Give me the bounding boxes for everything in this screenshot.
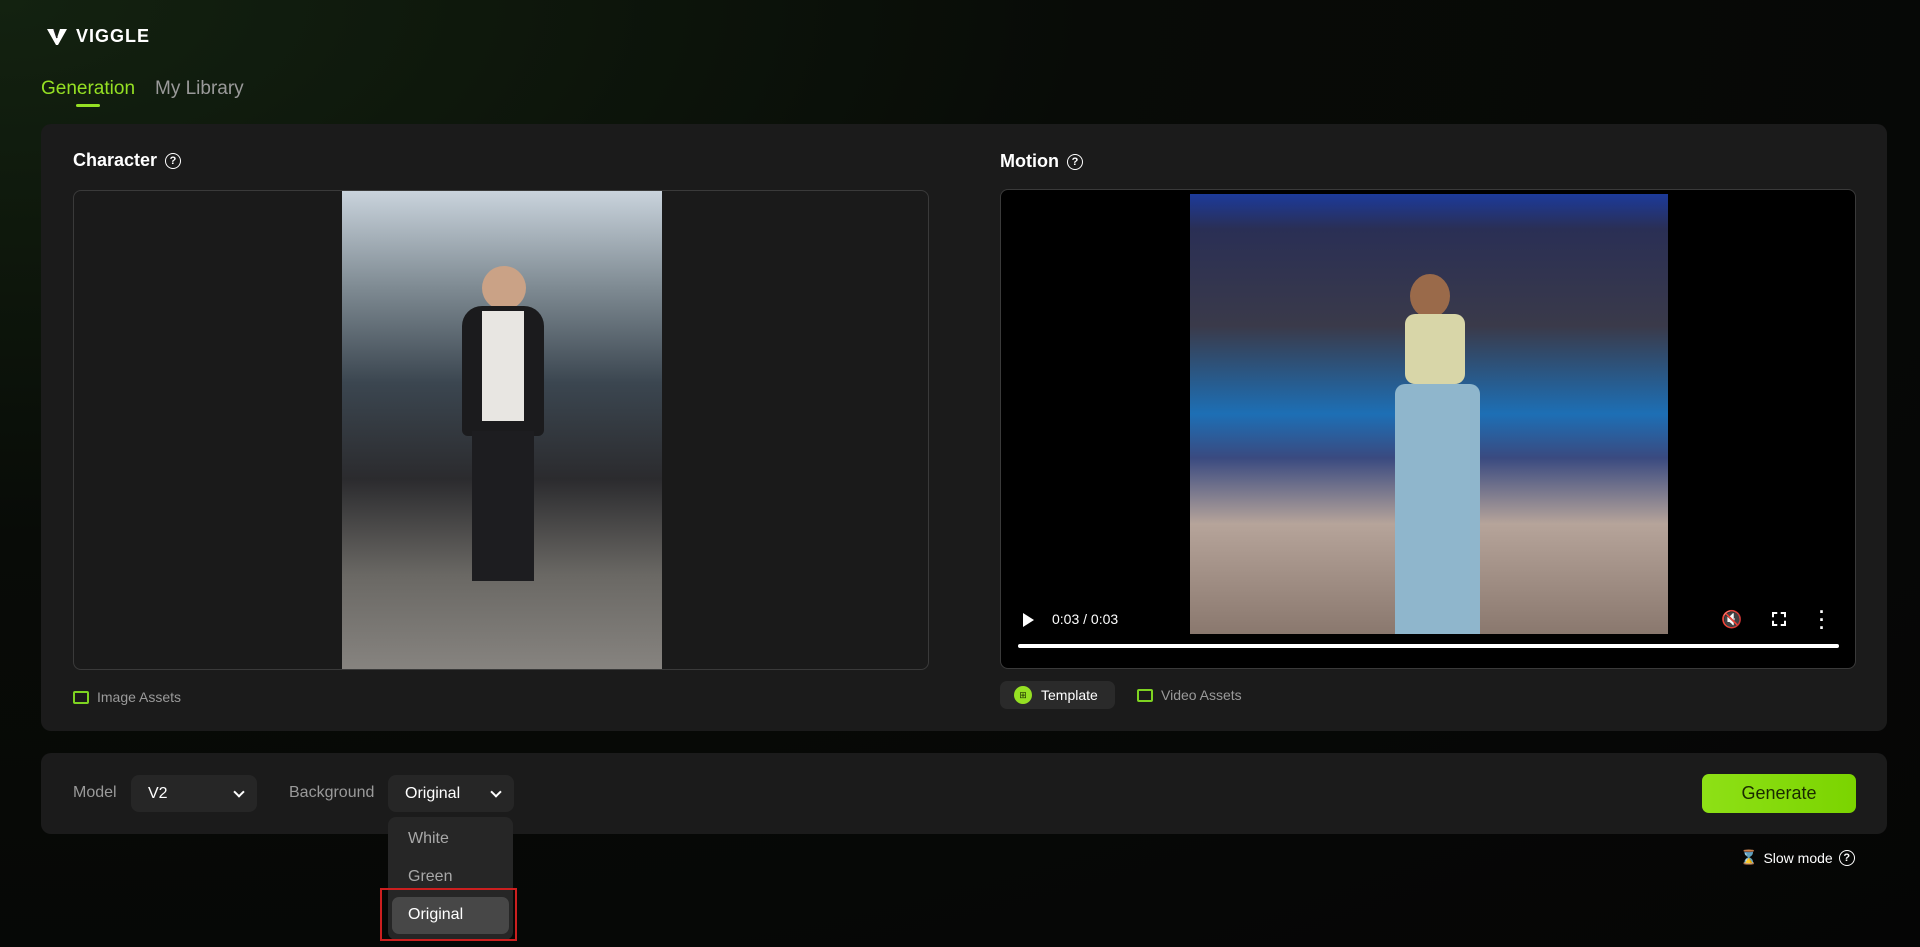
help-icon[interactable]: ?	[1066, 153, 1083, 170]
option-white[interactable]: White	[408, 830, 449, 848]
video-assets-label: Video Assets	[1161, 687, 1242, 703]
character-image	[342, 191, 662, 669]
viggle-logo[interactable]: VIGGLE	[46, 26, 150, 47]
tab-my-library[interactable]: My Library	[155, 78, 244, 100]
template-label: Template	[1041, 687, 1098, 703]
motion-video-player[interactable]: 0:03 / 0:03 🔇 · · ·	[1000, 189, 1856, 669]
tab-generation[interactable]: Generation	[41, 78, 135, 100]
character-heading: Character ?	[73, 150, 182, 171]
template-button[interactable]: ⊞ Template	[1000, 681, 1115, 709]
chevron-down-icon	[233, 785, 245, 798]
viggle-logo-icon	[47, 28, 67, 45]
muted-icon[interactable]: 🔇	[1721, 610, 1742, 630]
generate-button[interactable]: Generate	[1702, 774, 1856, 813]
motion-title: Motion	[1000, 151, 1059, 171]
template-icon: ⊞	[1014, 686, 1032, 704]
motion-heading: Motion ?	[1000, 151, 1083, 172]
more-options-icon[interactable]: · · ·	[1819, 603, 1825, 637]
character-image-box[interactable]	[73, 190, 929, 670]
active-tab-indicator	[76, 104, 100, 107]
video-time: 0:03 / 0:03	[1052, 611, 1119, 627]
slow-mode-label: Slow mode	[1763, 849, 1833, 866]
motion-video-frame	[1190, 194, 1668, 634]
slow-mode-toggle[interactable]: ⌛ Slow mode ?	[1740, 849, 1855, 866]
model-select[interactable]: V2	[131, 775, 257, 812]
background-select[interactable]: Original	[388, 775, 514, 812]
background-label: Background	[289, 784, 375, 801]
option-green[interactable]: Green	[408, 868, 452, 886]
hourglass-icon: ⌛	[1740, 849, 1758, 865]
fullscreen-icon[interactable]	[1772, 612, 1786, 626]
folder-icon	[1137, 688, 1153, 702]
image-assets-label: Image Assets	[97, 689, 182, 705]
help-icon[interactable]: ?	[165, 152, 182, 169]
video-assets-link[interactable]: Video Assets	[1137, 687, 1242, 703]
play-icon[interactable]	[1023, 613, 1034, 627]
chevron-down-icon	[490, 785, 502, 798]
folder-icon	[73, 690, 89, 704]
model-value: V2	[148, 784, 168, 802]
help-icon[interactable]: ?	[1838, 849, 1855, 866]
model-label: Model	[73, 784, 117, 801]
image-assets-link[interactable]: Image Assets	[73, 689, 181, 705]
video-progress-bar[interactable]	[1018, 644, 1839, 648]
highlight-box	[380, 888, 517, 941]
logo-text: VIGGLE	[76, 26, 151, 46]
character-title: Character	[73, 150, 158, 170]
background-value: Original	[405, 784, 461, 802]
